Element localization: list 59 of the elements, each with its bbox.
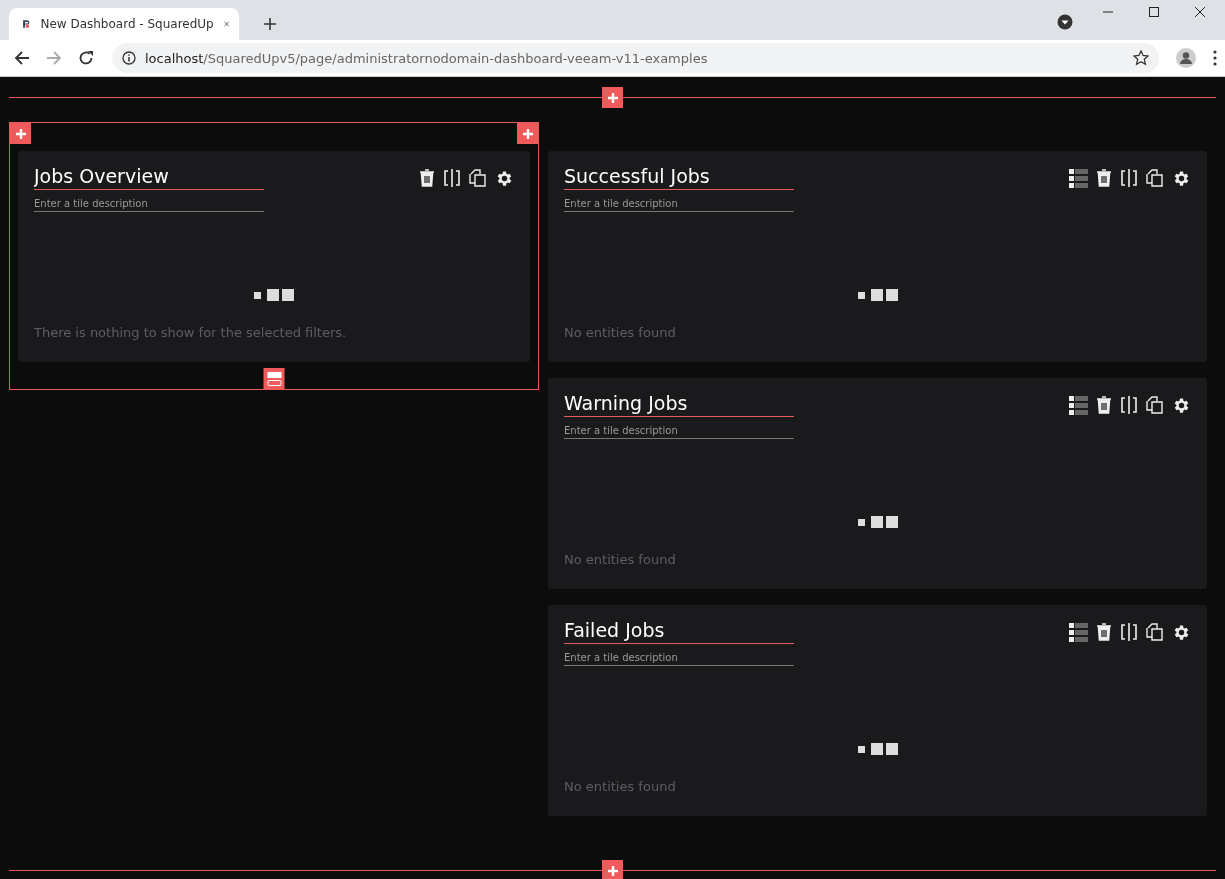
delete-icon[interactable] (419, 169, 435, 187)
tile-description-field[interactable]: Enter a tile description (564, 650, 794, 666)
plus-icon (606, 864, 619, 877)
copy-icon[interactable] (469, 169, 487, 187)
browser-tab[interactable]: New Dashboard - SquaredUp (9, 8, 239, 40)
split-icon[interactable] (1120, 623, 1138, 641)
tile-title-field[interactable]: Successful Jobs (564, 163, 794, 190)
close-icon[interactable] (1195, 7, 1205, 17)
new-tab-icon[interactable] (263, 17, 277, 31)
add-button[interactable] (10, 123, 31, 144)
loading-indicator (857, 516, 898, 528)
copy-icon[interactable] (1146, 169, 1164, 187)
info-icon (122, 51, 136, 65)
settings-icon[interactable] (1172, 169, 1191, 188)
split-icon[interactable] (1120, 396, 1138, 414)
tile-title-field[interactable]: Warning Jobs (564, 390, 794, 417)
url-text: localhost/SquaredUpv5/page/administratornodomain-dashboard-veeam-v11-examples (145, 50, 708, 66)
close-tab-icon[interactable] (223, 19, 229, 29)
reload-icon[interactable] (78, 50, 94, 66)
delete-icon[interactable] (1096, 396, 1112, 414)
empty-message: No entities found (564, 779, 676, 794)
plus-icon (14, 127, 27, 140)
tab-title: New Dashboard - SquaredUp (40, 17, 214, 31)
loading-indicator (254, 289, 294, 301)
empty-message: No entities found (564, 552, 676, 567)
list-view-icon[interactable] (1069, 169, 1088, 188)
maximize-icon[interactable] (1149, 7, 1159, 17)
empty-message: No entities found (564, 325, 676, 340)
add-button[interactable] (517, 123, 538, 144)
delete-icon[interactable] (1096, 169, 1112, 187)
settings-icon[interactable] (1172, 623, 1191, 642)
settings-icon[interactable] (495, 169, 514, 188)
list-view-icon[interactable] (1069, 396, 1088, 415)
plus-icon (606, 91, 619, 104)
bookmark-star-icon[interactable] (1133, 50, 1149, 66)
profile-dropdown-icon[interactable] (1057, 14, 1073, 30)
tile-description-field[interactable]: Enter a tile description (564, 196, 794, 212)
tile-title-field[interactable]: Failed Jobs (564, 617, 794, 644)
split-icon[interactable] (1120, 169, 1138, 187)
resize-handle[interactable] (263, 368, 285, 389)
copy-icon[interactable] (1146, 396, 1164, 414)
add-button[interactable] (602, 860, 623, 879)
split-icon[interactable] (443, 169, 461, 187)
back-icon[interactable] (14, 50, 30, 66)
add-button[interactable] (602, 87, 623, 108)
address-bar[interactable]: localhost/SquaredUpv5/page/administratornodomain-dashboard-veeam-v11-examples (112, 43, 1159, 73)
empty-message: There is nothing to show for the selected filters. (34, 325, 347, 340)
tile-description-field[interactable]: Enter a tile description (564, 423, 794, 439)
menu-icon[interactable] (1213, 50, 1217, 66)
tile-description-field[interactable]: Enter a tile description (34, 196, 264, 212)
list-view-icon[interactable] (1069, 623, 1088, 642)
profile-icon[interactable] (1175, 47, 1197, 69)
loading-indicator (857, 289, 898, 301)
delete-icon[interactable] (1096, 623, 1112, 641)
plus-icon (521, 127, 534, 140)
copy-icon[interactable] (1146, 623, 1164, 641)
settings-icon[interactable] (1172, 396, 1191, 415)
loading-indicator (857, 743, 898, 755)
resize-icon (266, 370, 282, 387)
